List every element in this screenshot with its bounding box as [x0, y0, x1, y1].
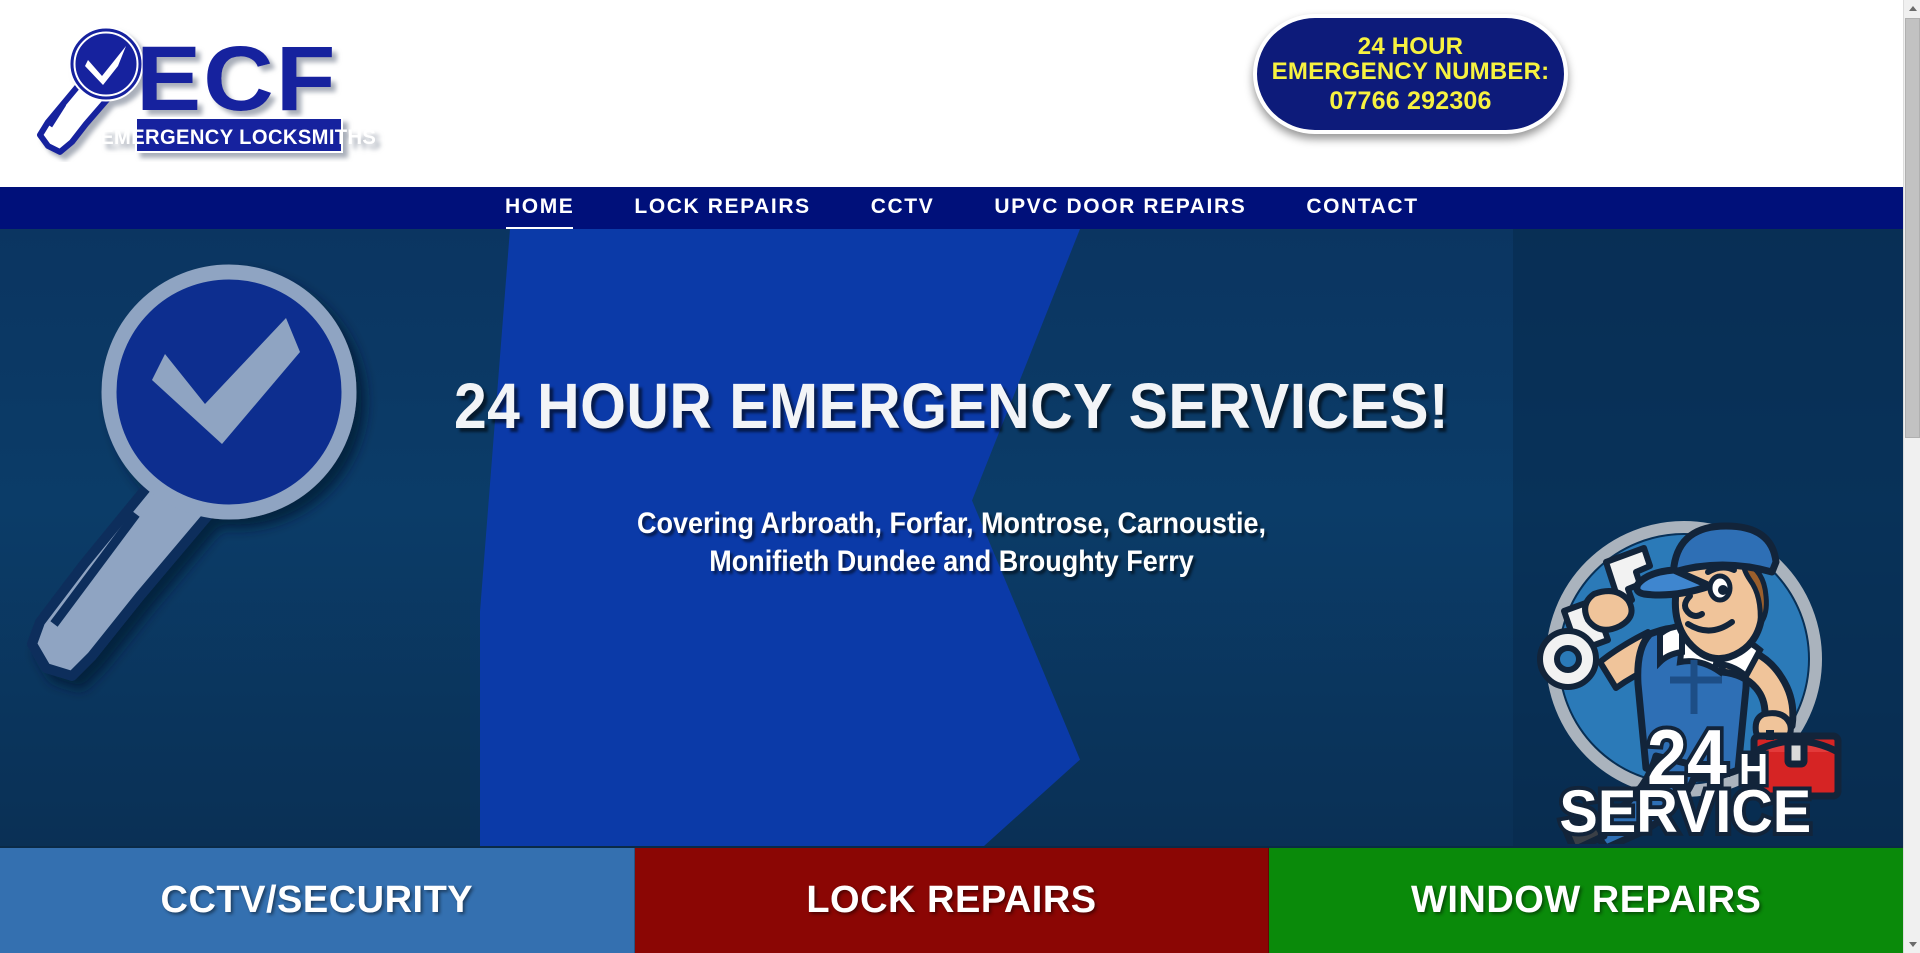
logo-tagline-bar: EMERGENCY LOCKSMITHS [100, 117, 376, 153]
hero-banner: 24 HOUR EMERGENCY SERVICES! Covering Arb… [0, 229, 1903, 846]
vertical-scrollbar[interactable] [1903, 0, 1920, 953]
key-checkmark-graphic [27, 264, 357, 681]
service-button-cctv-security[interactable]: CCTV/SECURITY [0, 848, 635, 953]
svg-text:SERVICE: SERVICE [1559, 779, 1811, 844]
scrollbar-thumb[interactable] [1905, 18, 1920, 438]
svg-text:EMERGENCY LOCKSMITHS: EMERGENCY LOCKSMITHS [100, 126, 376, 149]
page-root: ECF EMERGENCY LOCKSMITHS 24 HOUR EMERGEN… [0, 0, 1920, 953]
service-buttons-row: CCTV/SECURITY LOCK REPAIRS WINDOW REPAIR… [0, 846, 1903, 953]
service-button-window-repairs[interactable]: WINDOW REPAIRS [1269, 848, 1903, 953]
badge-line-1: 24 HOUR [1357, 33, 1464, 61]
key-with-checkmark-icon [10, 244, 430, 804]
badge-line-2: EMERGENCY NUMBER: [1271, 58, 1550, 86]
site-logo[interactable]: ECF EMERGENCY LOCKSMITHS [28, 22, 418, 162]
nav-item-home[interactable]: HOME [505, 195, 574, 232]
locksmith-mascot-icon: 24 H SERVICE [1498, 484, 1858, 844]
scroll-down-arrow-glyph [1908, 942, 1917, 947]
browser-viewport: ECF EMERGENCY LOCKSMITHS 24 HOUR EMERGEN… [0, 0, 1903, 953]
nav-item-lock-repairs[interactable]: LOCK REPAIRS [634, 195, 810, 221]
badge-phone-number: 07766 292306 [1329, 86, 1492, 115]
main-navigation: HOME LOCK REPAIRS CCTV UPVC DOOR REPAIRS… [0, 187, 1903, 232]
site-header: ECF EMERGENCY LOCKSMITHS 24 HOUR EMERGEN… [0, 0, 1903, 187]
scroll-down-icon[interactable] [1904, 936, 1920, 953]
scroll-up-arrow-glyph [1908, 6, 1917, 11]
nav-item-contact[interactable]: CONTACT [1306, 195, 1418, 221]
service-button-lock-repairs[interactable]: LOCK REPAIRS [634, 848, 1270, 953]
scroll-up-icon[interactable] [1904, 0, 1920, 17]
logo-graphic: ECF EMERGENCY LOCKSMITHS [37, 26, 376, 155]
emergency-number-badge[interactable]: 24 HOUR EMERGENCY NUMBER: 07766 292306 [1253, 14, 1568, 134]
svg-text:ECF: ECF [136, 28, 337, 131]
mascot-graphic: 24 H SERVICE [1537, 521, 1842, 844]
nav-item-upvc-door-repairs[interactable]: UPVC DOOR REPAIRS [994, 195, 1246, 221]
logo-wordmark: ECF [136, 28, 337, 131]
nav-item-cctv[interactable]: CCTV [871, 195, 935, 221]
